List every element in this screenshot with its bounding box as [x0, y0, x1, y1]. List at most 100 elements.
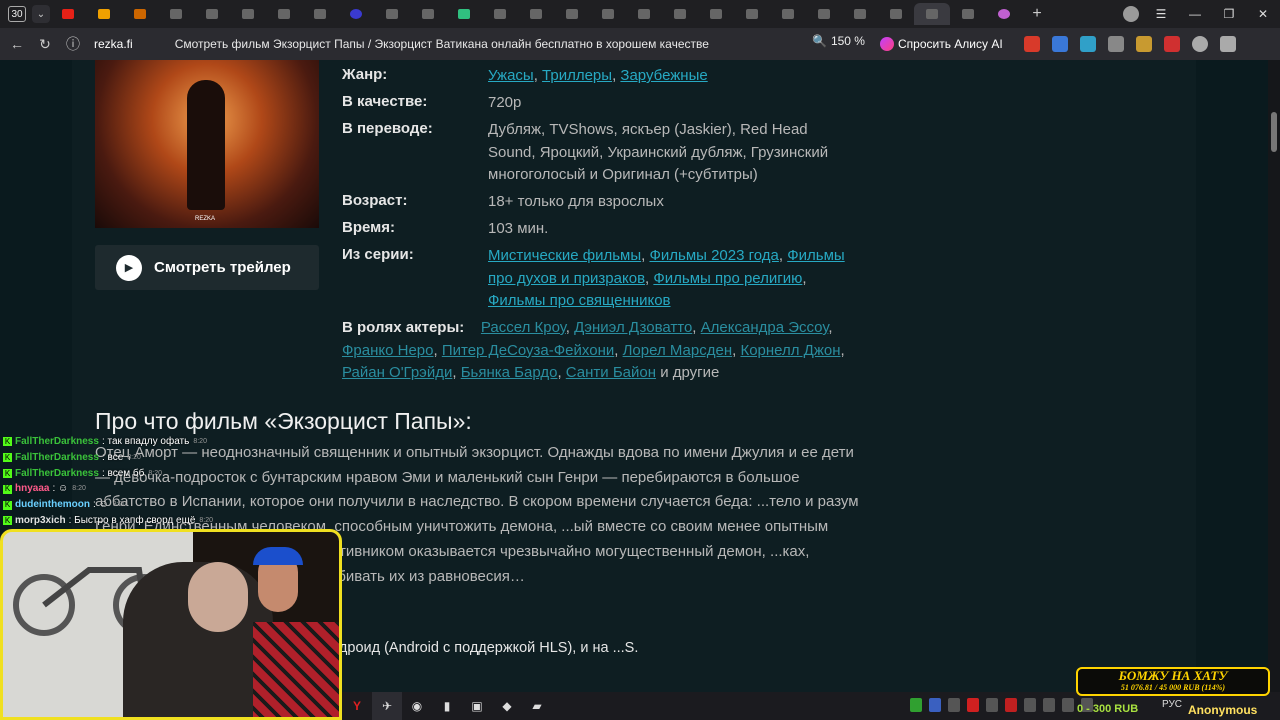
tab[interactable]	[482, 3, 518, 25]
actor-link[interactable]: Райан О'Грэйди	[342, 364, 452, 381]
profile-avatar[interactable]	[1123, 6, 1139, 22]
tray-icon[interactable]	[1024, 698, 1036, 712]
tab[interactable]	[302, 3, 338, 25]
tab[interactable]	[158, 3, 194, 25]
actor-link[interactable]: Рассел Кроу	[481, 319, 566, 336]
actor-link[interactable]: Бьянка Бардо	[461, 364, 558, 381]
extension-icon[interactable]	[1136, 36, 1152, 52]
tab[interactable]	[842, 3, 878, 25]
tab[interactable]	[266, 3, 302, 25]
genre-link[interactable]: Триллеры	[542, 67, 612, 84]
actor-link[interactable]: Дэниэл Дзоватто	[574, 319, 692, 336]
actors-label: В ролях актеры:	[342, 319, 465, 336]
alice-ai-button[interactable]: Спросить Алису AI	[874, 33, 1009, 55]
telegram-icon[interactable]: ✈	[372, 692, 402, 720]
tab[interactable]	[374, 3, 410, 25]
site-icon	[746, 9, 758, 19]
tab[interactable]	[554, 3, 590, 25]
tab[interactable]	[338, 3, 374, 25]
extensions-menu-icon[interactable]	[1220, 36, 1236, 52]
age-note: только для взрослых	[517, 193, 664, 210]
tab[interactable]	[806, 3, 842, 25]
back-arrow-icon[interactable]: ←	[6, 33, 28, 55]
steam-icon[interactable]	[986, 698, 998, 712]
tab[interactable]	[86, 3, 122, 25]
minimize-icon[interactable]: —	[1178, 0, 1212, 28]
restore-icon[interactable]: ❐	[1212, 0, 1246, 28]
download-icon[interactable]	[1192, 36, 1208, 52]
extension-icon[interactable]	[1108, 36, 1124, 52]
page-scrollbar[interactable]	[1268, 60, 1280, 692]
actor-link[interactable]: Франко Неро	[342, 342, 433, 359]
tab-count-badge[interactable]: 30	[8, 6, 26, 22]
reload-icon[interactable]: ↻	[34, 33, 56, 55]
app-icon[interactable]: ▣	[462, 692, 492, 720]
tab[interactable]	[878, 3, 914, 25]
site-icon	[674, 9, 686, 19]
close-icon[interactable]: ✕	[1246, 0, 1280, 28]
tab[interactable]	[590, 3, 626, 25]
extension-icon[interactable]	[1080, 36, 1096, 52]
tab[interactable]	[734, 3, 770, 25]
actor-link[interactable]: Питер ДеСоуза-Фейхони	[442, 342, 614, 359]
chat-time: 8:20	[148, 469, 162, 477]
site-info-icon[interactable]: ⓘ	[62, 33, 84, 55]
tab[interactable]	[410, 3, 446, 25]
watch-trailer-button[interactable]: ▶ Смотреть трейлер	[95, 245, 319, 290]
scroll-thumb[interactable]	[1271, 112, 1277, 152]
tab[interactable]	[626, 3, 662, 25]
kick-badge-icon: K	[3, 484, 12, 494]
tab[interactable]	[950, 3, 986, 25]
tab[interactable]	[698, 3, 734, 25]
app-icon[interactable]: ▮	[432, 692, 462, 720]
app-icon[interactable]: ◆	[492, 692, 522, 720]
obs-icon[interactable]: ◉	[402, 692, 432, 720]
tray-icon[interactable]	[1005, 698, 1017, 712]
translate-icon[interactable]	[1052, 36, 1068, 52]
chat-message: K FallTherDarkness: все 8:20	[3, 450, 303, 466]
site-icon	[350, 9, 362, 19]
tab[interactable]	[122, 3, 158, 25]
quality-label: В качестве:	[342, 93, 428, 110]
genre-link[interactable]: Ужасы	[488, 67, 534, 84]
tray-icon[interactable]	[967, 698, 979, 712]
tab[interactable]	[986, 3, 1022, 25]
series-link[interactable]: Фильмы 2023 года	[649, 247, 778, 264]
chat-text: : всем бб	[101, 467, 145, 479]
series-link[interactable]: Мистические фильмы	[488, 247, 641, 264]
actor-link[interactable]: Корнелл Джон	[740, 342, 840, 359]
input-language[interactable]: РУС	[1162, 699, 1182, 710]
page-title[interactable]: Смотреть фильм Экзорцист Папы / Экзорцис…	[175, 37, 709, 51]
tab[interactable]	[662, 3, 698, 25]
extension-icon[interactable]	[1164, 36, 1180, 52]
browser-tab-strip: 30 ⌄ +	[0, 0, 1280, 28]
zoom-indicator[interactable]: 🔍 150 %	[812, 34, 865, 48]
tab[interactable]	[770, 3, 806, 25]
tab[interactable]	[446, 3, 482, 25]
menu-icon[interactable]: ☰	[1144, 0, 1178, 28]
tray-icon[interactable]	[910, 698, 922, 712]
tab[interactable]	[50, 3, 86, 25]
tray-icon[interactable]	[1062, 698, 1074, 712]
series-link[interactable]: Фильмы про религию	[653, 270, 802, 287]
tab-active[interactable]	[914, 3, 950, 25]
chat-username: FallTherDarkness	[15, 467, 99, 479]
actor-link[interactable]: Санти Байон	[566, 364, 656, 381]
tab[interactable]	[518, 3, 554, 25]
tab-list-chevron-icon[interactable]: ⌄	[32, 5, 50, 23]
genre-label: Жанр:	[342, 66, 388, 83]
tray-icon[interactable]	[1043, 698, 1055, 712]
app-icon[interactable]: ▰	[522, 692, 552, 720]
yandex-browser-icon[interactable]: Y	[342, 692, 372, 720]
series-link[interactable]: Фильмы про священников	[488, 292, 671, 309]
tab[interactable]	[194, 3, 230, 25]
genre-link[interactable]: Зарубежные	[620, 67, 707, 84]
tray-icon[interactable]	[929, 698, 941, 712]
extension-icon[interactable]	[1024, 36, 1040, 52]
tab[interactable]	[230, 3, 266, 25]
tray-icon[interactable]	[948, 698, 960, 712]
url-domain[interactable]: rezka.fi	[94, 37, 133, 51]
actor-link[interactable]: Лорел Марсден	[623, 342, 733, 359]
actor-link[interactable]: Александра Эссоу	[701, 319, 829, 336]
new-tab-plus-icon[interactable]: +	[1028, 5, 1046, 23]
